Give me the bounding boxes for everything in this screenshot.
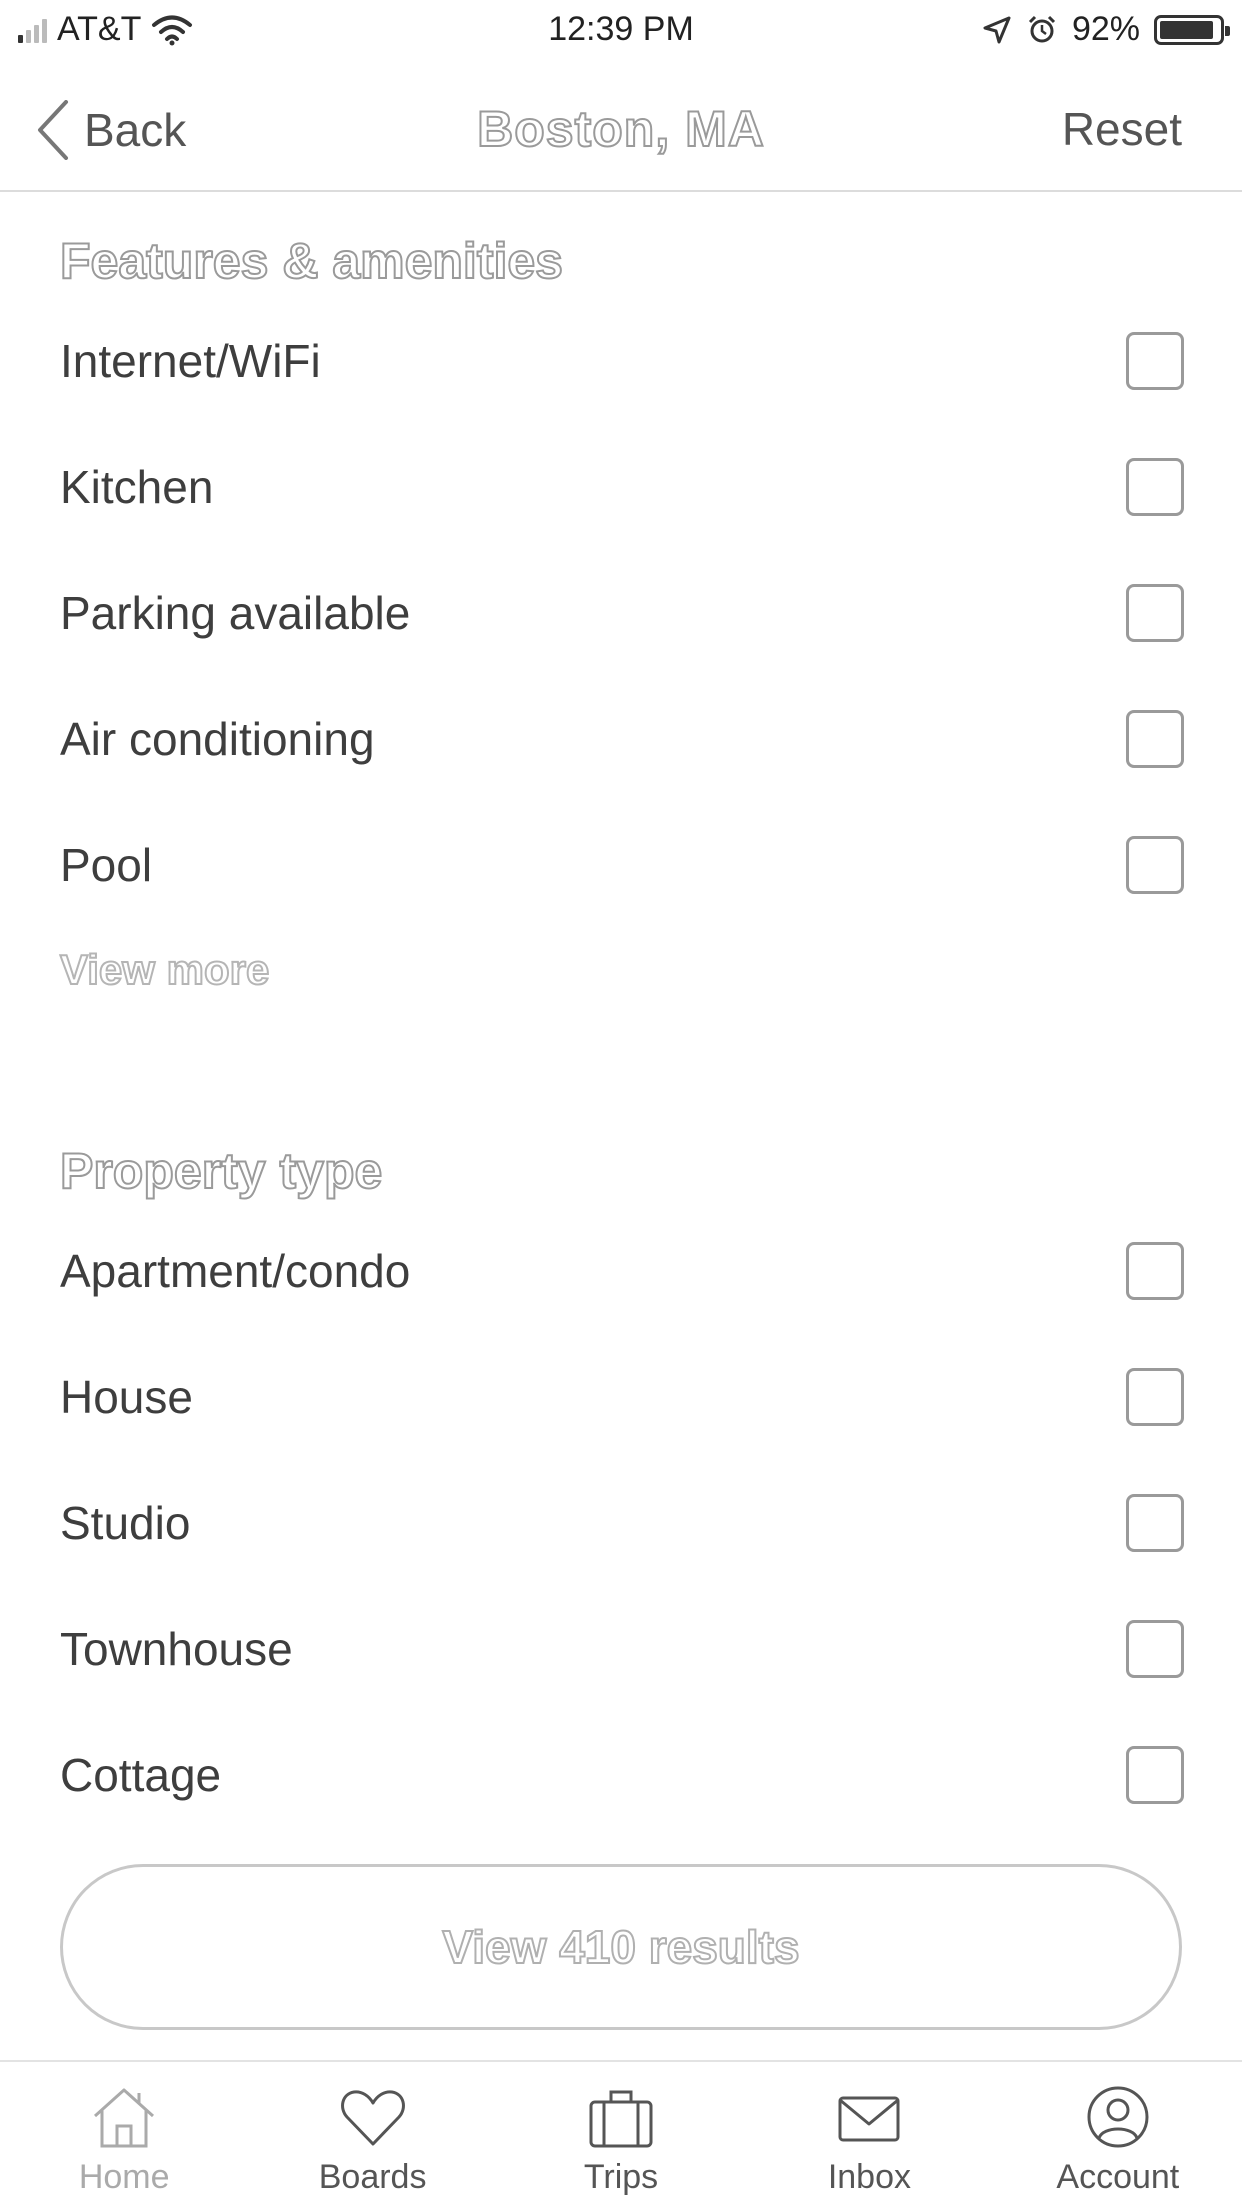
tab-inbox[interactable]: Inbox bbox=[745, 2062, 993, 2208]
option-row-pool[interactable]: Pool bbox=[0, 816, 1242, 916]
envelope-icon bbox=[838, 2096, 900, 2142]
tab-bar: Home Boards Trips Inbox Account bbox=[0, 2060, 1242, 2208]
status-bar: AT&T 12:39 PM 92% bbox=[0, 0, 1242, 60]
tab-label: Boards bbox=[318, 2158, 427, 2196]
view-results-button[interactable]: View 410 results bbox=[60, 1864, 1182, 2030]
tab-home[interactable]: Home bbox=[0, 2062, 248, 2208]
house-checkbox[interactable] bbox=[1126, 1368, 1184, 1426]
option-label: Pool bbox=[60, 839, 153, 891]
townhouse-checkbox[interactable] bbox=[1126, 1620, 1184, 1678]
status-right: 92% bbox=[982, 10, 1230, 49]
tab-label: Trips bbox=[583, 2158, 659, 2196]
studio-checkbox[interactable] bbox=[1126, 1494, 1184, 1552]
user-circle-icon bbox=[1087, 2086, 1149, 2148]
option-label: Parking available bbox=[60, 587, 411, 639]
battery-percent: 92% bbox=[1071, 10, 1140, 48]
features-section-title: Features & amenities bbox=[59, 232, 564, 290]
option-row-apartment-condo[interactable]: Apartment/condo bbox=[0, 1222, 1242, 1322]
view-more-link[interactable]: View more bbox=[59, 945, 270, 994]
option-label: House bbox=[60, 1371, 193, 1423]
kitchen-checkbox[interactable] bbox=[1126, 458, 1184, 516]
option-row-house[interactable]: House bbox=[0, 1348, 1242, 1448]
option-label: Air conditioning bbox=[60, 713, 375, 765]
pool-checkbox[interactable] bbox=[1126, 836, 1184, 894]
suitcase-icon bbox=[589, 2090, 653, 2148]
option-label: Studio bbox=[60, 1497, 191, 1549]
cottage-checkbox[interactable] bbox=[1126, 1746, 1184, 1804]
option-label: Townhouse bbox=[60, 1623, 293, 1675]
property-type-section-title: Property type bbox=[59, 1142, 383, 1200]
option-label: Internet/WiFi bbox=[60, 335, 321, 387]
option-row-kitchen[interactable]: Kitchen bbox=[0, 438, 1242, 538]
tab-label: Inbox bbox=[827, 2158, 912, 2196]
alarm-icon bbox=[1028, 15, 1055, 42]
tab-label: Home bbox=[78, 2158, 170, 2196]
option-row-studio[interactable]: Studio bbox=[0, 1474, 1242, 1574]
battery-icon bbox=[1154, 14, 1230, 45]
tab-label: Account bbox=[1056, 2158, 1180, 2196]
option-label: Apartment/condo bbox=[60, 1245, 411, 1297]
option-label: Kitchen bbox=[60, 461, 214, 513]
apartment-condo-checkbox[interactable] bbox=[1126, 1242, 1184, 1300]
tab-boards[interactable]: Boards bbox=[248, 2062, 496, 2208]
location-arrow-icon bbox=[983, 16, 1011, 43]
tab-trips[interactable]: Trips bbox=[497, 2062, 745, 2208]
option-row-parking[interactable]: Parking available bbox=[0, 564, 1242, 664]
internet-wifi-checkbox[interactable] bbox=[1126, 332, 1184, 390]
option-row-townhouse[interactable]: Townhouse bbox=[0, 1600, 1242, 1700]
nav-bar: Back Boston, MA Reset bbox=[0, 70, 1242, 192]
heart-icon bbox=[340, 2090, 405, 2146]
tab-account[interactable]: Account bbox=[994, 2062, 1242, 2208]
home-icon bbox=[94, 2088, 155, 2148]
option-row-internet-wifi[interactable]: Internet/WiFi bbox=[0, 312, 1242, 412]
parking-checkbox[interactable] bbox=[1126, 584, 1184, 642]
air-conditioning-checkbox[interactable] bbox=[1126, 710, 1184, 768]
option-row-cottage[interactable]: Cottage bbox=[0, 1726, 1242, 1826]
option-row-air-conditioning[interactable]: Air conditioning bbox=[0, 690, 1242, 790]
battery-level bbox=[1160, 20, 1214, 39]
option-label: Cottage bbox=[60, 1749, 222, 1801]
reset-button[interactable]: Reset bbox=[1062, 102, 1182, 156]
page-title: Boston, MA bbox=[476, 100, 765, 158]
